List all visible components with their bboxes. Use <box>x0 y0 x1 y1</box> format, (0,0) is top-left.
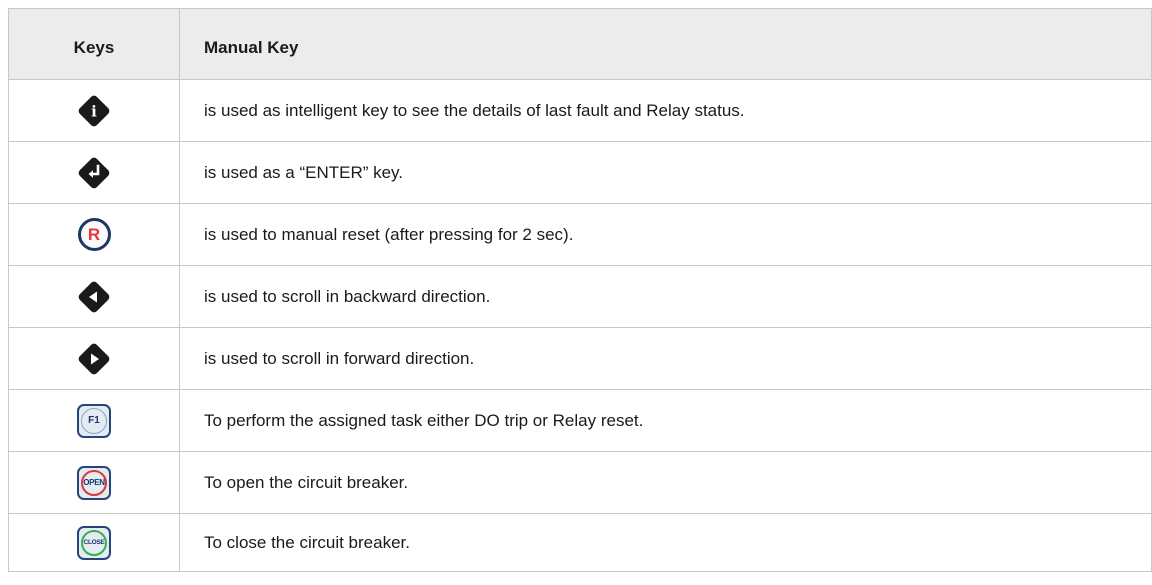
f1-key-icon: F1 <box>77 403 111 438</box>
table-row: R is used to manual reset (after pressin… <box>8 203 1152 266</box>
key-cell: OPEN <box>8 451 180 514</box>
key-description: To perform the assigned task either DO t… <box>179 389 1152 452</box>
manual-key-column-header: Manual Key <box>179 8 1152 80</box>
key-cell <box>8 141 180 204</box>
close-key-glyph: CLOSE <box>81 529 107 556</box>
enter-key-icon <box>75 154 113 192</box>
table-row: OPEN To open the circuit breaker. <box>8 451 1152 514</box>
key-cell: R <box>8 203 180 266</box>
key-description: To open the circuit breaker. <box>179 451 1152 514</box>
key-description: is used as intelligent key to see the de… <box>179 79 1152 142</box>
key-cell <box>8 265 180 328</box>
key-description: is used to manual reset (after pressing … <box>179 203 1152 266</box>
open-key-glyph: OPEN <box>81 469 107 496</box>
table-row: F1 To perform the assigned task either D… <box>8 389 1152 452</box>
key-description: is used as a “ENTER” key. <box>179 141 1152 204</box>
left-arrow-key-icon <box>75 278 113 316</box>
key-description: is used to scroll in backward direction. <box>179 265 1152 328</box>
key-description: is used to scroll in forward direction. <box>179 327 1152 390</box>
table-row: is used to scroll in forward direction. <box>8 327 1152 390</box>
keys-column-header: Keys <box>8 8 180 80</box>
keys-table: Keys Manual Key i is used as intelligent… <box>8 8 1152 572</box>
table-row: i is used as intelligent key to see the … <box>8 79 1152 142</box>
key-cell: F1 <box>8 389 180 452</box>
reset-key-glyph: R <box>77 218 111 251</box>
f1-key-glyph: F1 <box>81 407 107 434</box>
table-header-row: Keys Manual Key <box>8 8 1152 80</box>
table-row: is used as a “ENTER” key. <box>8 141 1152 204</box>
key-description: To close the circuit breaker. <box>179 513 1152 572</box>
table-row: CLOSE To close the circuit breaker. <box>8 513 1152 572</box>
table-row: is used to scroll in backward direction. <box>8 265 1152 328</box>
info-key-icon: i <box>75 92 113 130</box>
open-key-icon: OPEN <box>77 465 111 500</box>
right-arrow-key-icon <box>75 340 113 378</box>
info-key-glyph: i <box>91 102 97 120</box>
key-cell <box>8 327 180 390</box>
key-cell: CLOSE <box>8 513 180 572</box>
key-cell: i <box>8 79 180 142</box>
close-key-icon: CLOSE <box>77 525 111 560</box>
reset-key-icon: R <box>77 218 111 251</box>
